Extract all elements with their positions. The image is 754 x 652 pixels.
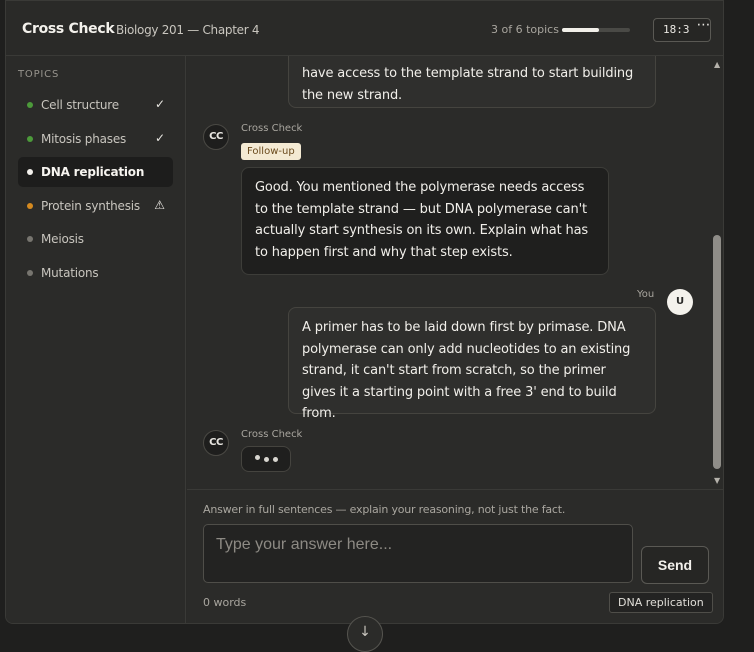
chat-scrollbar[interactable]: ▲ ▼ <box>711 56 723 489</box>
sidebar-item-label: DNA replication <box>41 165 145 180</box>
sidebar-item-mitosis-phases[interactable]: Mitosis phases ✓ <box>18 124 173 154</box>
more-options-button[interactable]: ⋯ <box>692 17 716 37</box>
scroll-thumb[interactable] <box>713 235 721 469</box>
user-message-bubble: have access to the template strand to st… <box>288 56 656 108</box>
typing-dot <box>264 457 269 462</box>
app-title: Cross Check <box>22 21 115 37</box>
current-topic-tag: DNA replication <box>609 592 713 613</box>
answer-composer: Answer in full sentences — explain your … <box>187 489 723 623</box>
user-avatar: U <box>667 289 693 315</box>
ai-message-bubble: Good. You mentioned the polymerase needs… <box>241 167 609 275</box>
status-dot-icon <box>27 135 33 142</box>
sidebar-item-protein-synthesis[interactable]: Protein synthesis ⚠ <box>18 191 173 221</box>
user-message-text: have access to the template strand to st… <box>302 66 634 103</box>
followup-badge: Follow-up <box>241 143 301 160</box>
typing-indicator <box>241 446 291 472</box>
course-subtitle: Biology 201 — Chapter 4 <box>116 23 260 37</box>
scroll-down-arrow-icon[interactable]: ▼ <box>714 476 720 485</box>
user-message-bubble: A primer has to be laid down first by pr… <box>288 307 656 421</box>
checkmark-icon: ✓ <box>154 97 165 111</box>
typing-dot <box>273 457 278 462</box>
ai-message-text: Good. You mentioned the polymerase needs… <box>255 180 589 260</box>
sidebar-item-mutations[interactable]: Mutations <box>18 258 173 288</box>
sidebar-item-cell-structure[interactable]: Cell structure ✓ <box>18 90 173 120</box>
sidebar-item-label: Protein synthesis <box>41 198 140 213</box>
answer-input[interactable] <box>203 524 633 583</box>
topics-sidebar: TOPICS Cell structure ✓ Mitosis phases ✓ DNA… <box>6 56 186 623</box>
status-dot-icon <box>27 270 33 276</box>
ai-sender-label: Cross Check <box>241 429 303 440</box>
status-dot-icon <box>27 102 33 108</box>
topic-progress-fill <box>562 28 600 32</box>
send-button[interactable]: Send <box>641 546 709 584</box>
typing-dot <box>255 455 260 460</box>
sidebar-item-label: Mutations <box>41 266 99 280</box>
sidebar-item-label: Cell structure <box>41 98 119 112</box>
user-sender-label: You <box>637 289 655 300</box>
cross-check-avatar: CC <box>203 124 229 150</box>
word-count: 0 words <box>203 596 247 609</box>
topic-progress-bar <box>562 28 630 32</box>
header: Cross Check Biology 201 — Chapter 4 3 of… <box>6 1 723 56</box>
status-dot-icon <box>27 169 33 176</box>
ai-sender-label: Cross Check <box>241 123 303 134</box>
scroll-to-bottom-button[interactable]: ↓ <box>347 616 383 652</box>
cross-check-avatar: CC <box>203 430 229 456</box>
sidebar-item-label: Mitosis phases <box>41 131 127 146</box>
answer-hint: Answer in full sentences — explain your … <box>203 503 566 516</box>
topics-heading: TOPICS <box>18 69 60 80</box>
status-dot-icon <box>27 202 33 209</box>
warning-icon: ⚠ <box>154 197 165 212</box>
app-window: Cross Check Biology 201 — Chapter 4 3 of… <box>5 0 724 624</box>
user-message-text: A primer has to be laid down first by pr… <box>302 320 631 421</box>
scroll-up-arrow-icon[interactable]: ▲ <box>714 60 720 69</box>
sidebar-item-label: Meiosis <box>41 232 84 247</box>
topic-progress-text: 3 of 6 topics <box>491 23 559 36</box>
chat-transcript: have access to the template strand to st… <box>187 56 723 489</box>
sidebar-item-dna-replication[interactable]: DNA replication <box>18 157 173 188</box>
checkmark-icon: ✓ <box>154 130 165 145</box>
sidebar-item-meiosis[interactable]: Meiosis <box>18 224 173 254</box>
status-dot-icon <box>27 236 33 243</box>
